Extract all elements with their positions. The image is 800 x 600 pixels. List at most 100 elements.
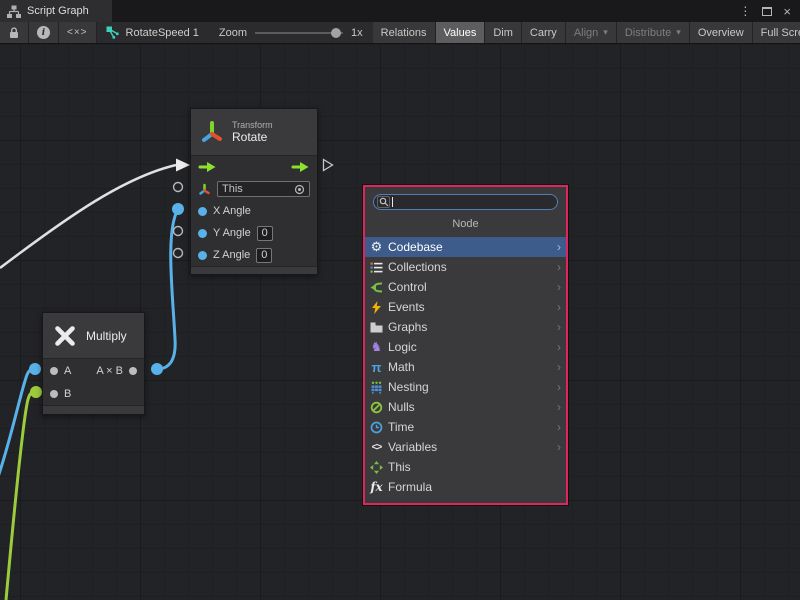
null-icon — [368, 401, 385, 414]
distribute-label: Distribute — [625, 27, 671, 39]
window-menu-icon[interactable]: ⋮ — [739, 5, 751, 17]
graph-breadcrumb[interactable]: RotateSpeed 1 — [97, 22, 209, 43]
flow-in-arrow-icon[interactable] — [198, 161, 217, 173]
input-a-row[interactable]: A A × B — [43, 359, 144, 382]
chevron-right-icon: › — [557, 320, 561, 334]
finder-item-codebase[interactable]: ⚙ Codebase › — [365, 237, 566, 257]
y-angle-input[interactable]: 0 — [257, 226, 273, 241]
input-a-port-connected[interactable] — [29, 363, 41, 375]
chevron-right-icon: › — [557, 440, 561, 454]
info-button[interactable]: i — [29, 22, 59, 43]
flow-out-arrow-icon[interactable] — [291, 161, 310, 173]
zoom-slider-handle[interactable] — [331, 28, 341, 38]
angle-brackets-icon: <> — [368, 442, 385, 453]
finder-item-formula[interactable]: fx Formula — [365, 477, 566, 497]
transform-node-body: This X Angle Y Angle 0 Z Angle 0 — [191, 155, 317, 266]
transform-node-footer — [191, 266, 317, 274]
transform-rotate-node[interactable]: Transform Rotate — [190, 108, 318, 275]
relations-button[interactable]: Relations — [373, 22, 436, 43]
gear-icon: ⚙ — [368, 239, 385, 255]
lock-icon — [8, 26, 20, 39]
dropdown-arrow-icon: ▾ — [603, 27, 608, 38]
x-angle-port-dot[interactable] — [198, 207, 207, 216]
finder-item-math[interactable]: π Math › — [365, 357, 566, 377]
flow-input-arrow[interactable] — [176, 159, 190, 172]
graph-canvas[interactable]: Transform Rotate — [0, 44, 800, 600]
y-angle-port-ring[interactable] — [174, 227, 183, 236]
input-b-dot[interactable] — [50, 390, 58, 398]
this-port-ring[interactable] — [174, 183, 183, 192]
input-a-dot[interactable] — [50, 367, 58, 375]
finder-item-this[interactable]: This — [365, 457, 566, 477]
finder-item-events[interactable]: Events › — [365, 297, 566, 317]
search-input[interactable] — [395, 196, 554, 208]
item-label: Collections — [388, 260, 447, 274]
list-icon — [368, 261, 385, 274]
y-angle-label: Y Angle — [213, 227, 251, 239]
finder-item-nulls[interactable]: Nulls › — [365, 397, 566, 417]
lock-button[interactable] — [0, 22, 29, 43]
multiply-node-header[interactable]: Multiply — [43, 313, 144, 358]
finder-item-nesting[interactable]: Nesting › — [365, 377, 566, 397]
search-box[interactable] — [373, 194, 558, 210]
z-angle-port-dot[interactable] — [198, 251, 207, 260]
search-icon — [379, 197, 389, 207]
finder-item-time[interactable]: Time › — [365, 417, 566, 437]
z-angle-port-ring[interactable] — [174, 249, 183, 258]
fullscreen-button[interactable]: Full Screen — [753, 22, 800, 43]
wire-flow-white[interactable] — [0, 165, 176, 268]
wire-end-multiply-output[interactable] — [151, 363, 163, 375]
graph-hierarchy-icon — [7, 5, 21, 18]
input-b-label: B — [64, 388, 71, 400]
folder-icon — [368, 322, 385, 333]
this-arrows-icon — [368, 461, 385, 474]
transform-axis-icon — [199, 119, 225, 145]
node-title: Multiply — [86, 329, 127, 343]
y-angle-port-dot[interactable] — [198, 229, 207, 238]
this-object-field[interactable]: This — [217, 181, 310, 197]
input-a-label: A — [64, 365, 71, 377]
toolbar: i <×> RotateSpeed 1 Zoom 1x Relations Va… — [0, 22, 800, 44]
output-dot[interactable] — [129, 367, 137, 375]
align-button[interactable]: Align ▾ — [566, 22, 617, 43]
close-icon[interactable]: × — [783, 5, 791, 18]
x-angle-row[interactable]: X Angle — [191, 200, 317, 222]
overview-button[interactable]: Overview — [690, 22, 753, 43]
dim-button[interactable]: Dim — [485, 22, 522, 43]
wire-to-input-a[interactable] — [0, 369, 35, 477]
finder-item-graphs[interactable]: Graphs › — [365, 317, 566, 337]
carry-button[interactable]: Carry — [522, 22, 566, 43]
flow-output-triangle[interactable] — [324, 160, 333, 171]
window-controls: ⋮ × — [739, 0, 800, 22]
code-toggle-button[interactable]: <×> — [59, 22, 97, 43]
x-angle-port-connected[interactable] — [172, 203, 184, 215]
item-label: Logic — [388, 340, 417, 354]
distribute-button[interactable]: Distribute ▾ — [617, 22, 690, 43]
finder-item-variables[interactable]: <> Variables › — [365, 437, 566, 457]
item-label: Events — [388, 300, 425, 314]
finder-item-collections[interactable]: Collections › — [365, 257, 566, 277]
input-b-row[interactable]: B — [43, 382, 144, 405]
maximize-icon[interactable] — [762, 7, 772, 16]
this-port-row: This — [191, 178, 317, 200]
zoom-slider[interactable] — [255, 32, 343, 34]
y-angle-row[interactable]: Y Angle 0 — [191, 222, 317, 244]
finder-header: Node — [365, 218, 566, 230]
object-picker-icon[interactable] — [294, 184, 305, 195]
clock-icon — [368, 421, 385, 434]
node-title: Rotate — [232, 130, 273, 144]
finder-item-logic[interactable]: ♞ Logic › — [365, 337, 566, 357]
z-angle-input[interactable]: 0 — [256, 248, 272, 263]
item-label: Nesting — [388, 380, 429, 394]
item-label: Codebase — [388, 240, 443, 254]
multiply-node[interactable]: Multiply A A × B B — [42, 312, 145, 415]
tab-script-graph[interactable]: Script Graph — [0, 0, 112, 22]
output-label: A × B — [96, 365, 123, 377]
wire-to-input-b[interactable] — [6, 392, 36, 600]
values-button[interactable]: Values — [436, 22, 486, 43]
finder-item-control[interactable]: Control › — [365, 277, 566, 297]
transform-node-header[interactable]: Transform Rotate — [191, 109, 317, 155]
machine-icon — [368, 381, 385, 394]
input-b-port-connected[interactable] — [30, 386, 42, 398]
z-angle-row[interactable]: Z Angle 0 — [191, 244, 317, 266]
